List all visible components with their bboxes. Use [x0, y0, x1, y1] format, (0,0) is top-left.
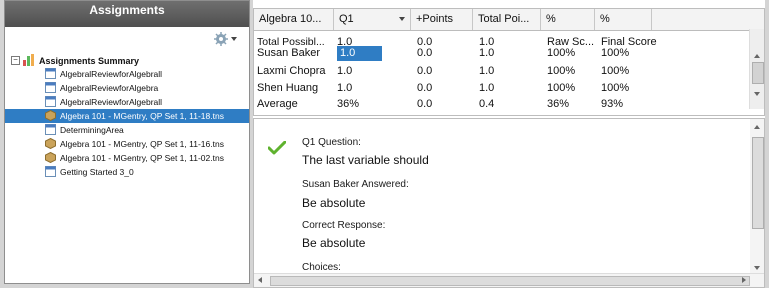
grid-cell: 0.0	[417, 47, 433, 59]
grid-vertical-scrollbar[interactable]	[749, 29, 764, 109]
tree-item[interactable]: Algebra 101 - MGentry, QP Set 1, 11-02.t…	[5, 151, 249, 165]
grid-cell: 93%	[601, 98, 624, 110]
tree-item-label: AlgebralReviewforAlgebrall	[60, 69, 163, 79]
tree-item-label: AlgebralReviewforAlgebra	[60, 83, 159, 93]
doc-icon	[45, 124, 56, 135]
grid-cell: 100%	[547, 82, 576, 94]
question-text: The last variable should	[302, 153, 429, 167]
table-row[interactable]: Shen Huang 1.0 0.0 1.0 100% 100%	[254, 81, 764, 96]
grid-cell: 1.0	[337, 65, 353, 77]
scroll-up-icon[interactable]	[754, 54, 760, 58]
tree-item-label: DeterminingArea	[60, 125, 124, 135]
tree-item[interactable]: AlgebralReviewforAlgebrall	[5, 67, 249, 81]
grid-cell: 0.4	[479, 98, 495, 110]
grid-cell: 100%	[547, 65, 576, 77]
grid-cell: Shen Huang	[257, 82, 319, 94]
grid-cell: 36%	[547, 98, 570, 110]
grid-cell: 100%	[547, 47, 576, 59]
tree-item[interactable]: AlgebralReviewforAlgebra	[5, 81, 249, 95]
grid-cell: Susan Baker	[257, 47, 320, 59]
grid-cell: 0.0	[417, 82, 433, 94]
collapse-icon[interactable]: −	[11, 56, 20, 65]
grid-cell: 1.0	[337, 82, 353, 94]
grid-cell: 1.0	[479, 82, 495, 94]
gear-icon	[214, 32, 237, 46]
scroll-up-icon[interactable]	[754, 125, 760, 129]
column-header-raw-score[interactable]: %	[541, 9, 595, 30]
scrollbar-thumb[interactable]	[752, 137, 764, 229]
scroll-right-icon[interactable]	[742, 277, 746, 283]
grid-cell: 1.0	[479, 47, 495, 59]
tns-file-icon	[45, 110, 56, 121]
grid-cell: 100%	[601, 47, 630, 59]
scroll-down-icon[interactable]	[754, 266, 760, 270]
tree-item[interactable]: Getting Started 3_0	[5, 165, 249, 179]
scroll-down-icon[interactable]	[754, 92, 760, 96]
tree-item-label: Algebra 101 - MGentry, QP Set 1, 11-16.t…	[60, 139, 224, 149]
column-header-final-score[interactable]: %	[595, 9, 652, 30]
grid-cell-selected[interactable]: 1.0	[337, 46, 382, 61]
scrollbar-thumb[interactable]	[752, 62, 764, 84]
question-detail-panel: Q1 Question: The last variable should Su…	[253, 118, 765, 288]
tree-item[interactable]: DeterminingArea	[5, 123, 249, 137]
tns-file-icon	[45, 138, 56, 149]
tree-item-label: AlgebralReviewforAlgebrall	[60, 97, 163, 107]
checkmark-icon	[268, 141, 286, 155]
tree-item-label: Algebra 101 - MGentry, QP Set 1, 11-02.t…	[60, 153, 224, 163]
assignments-panel: Assignments − Assignments Summary Algebr…	[4, 0, 250, 284]
column-header-q1-label: Q1	[339, 13, 354, 25]
correct-response-label: Correct Response:	[302, 220, 386, 231]
grid-cell: Average	[257, 98, 298, 110]
question-label: Q1 Question:	[302, 137, 361, 148]
chevron-down-icon[interactable]	[399, 17, 405, 21]
column-header-points[interactable]: +Points	[411, 9, 473, 30]
doc-icon	[45, 68, 56, 79]
grid-cell: 1.0	[479, 65, 495, 77]
grid-cell: 0.0	[417, 65, 433, 77]
table-row[interactable]: Susan Baker 1.0 0.0 1.0 100% 100%	[254, 46, 764, 61]
tree-item-label: Getting Started 3_0	[60, 167, 134, 177]
tree-item[interactable]: Algebra 101 - MGentry, QP Set 1, 11-16.t…	[5, 137, 249, 151]
results-grid: Algebra 10... Q1 +Points Total Poi... % …	[253, 8, 765, 116]
answer-label: Susan Baker Answered:	[302, 179, 409, 190]
tree-item-label: Algebra 101 - MGentry, QP Set 1, 11-18.t…	[60, 111, 224, 121]
grid-cell: 100%	[601, 82, 630, 94]
detail-vertical-scrollbar[interactable]	[750, 119, 764, 277]
tree-item[interactable]: AlgebralReviewforAlgebrall	[5, 95, 249, 109]
tree-item-selected[interactable]: Algebra 101 - MGentry, QP Set 1, 11-18.t…	[5, 109, 249, 123]
doc-icon	[45, 82, 56, 93]
tns-file-icon	[45, 152, 56, 163]
grid-cell: 36%	[337, 98, 360, 110]
grid-cell: 100%	[601, 65, 630, 77]
choices-label: Choices:	[302, 262, 341, 273]
detail-horizontal-scrollbar[interactable]	[254, 273, 764, 287]
assignments-toolbar	[5, 27, 249, 53]
doc-icon	[45, 166, 56, 177]
assignments-header: Assignments	[5, 1, 249, 27]
tree-root-label: Assignments Summary	[39, 56, 140, 66]
grid-cell: 0.0	[417, 98, 433, 110]
column-header-total-points[interactable]: Total Poi...	[473, 9, 541, 30]
table-row[interactable]: Laxmi Chopra 1.0 0.0 1.0 100% 100%	[254, 64, 764, 79]
scroll-left-icon[interactable]	[258, 277, 262, 283]
correct-response-text: Be absolute	[302, 236, 366, 250]
assignments-tree: − Assignments Summary AlgebralReviewforA…	[5, 53, 249, 179]
answer-text: Be absolute	[302, 196, 366, 210]
grid-cell: Laxmi Chopra	[257, 65, 326, 77]
results-panel: Algebra 10... Q1 +Points Total Poi... % …	[253, 0, 765, 288]
tree-root[interactable]: − Assignments Summary	[5, 53, 249, 67]
grid-header: Algebra 10... Q1 +Points Total Poi... % …	[254, 9, 764, 31]
gear-menu-button[interactable]	[211, 31, 239, 47]
column-header-assignment[interactable]: Algebra 10...	[254, 9, 334, 30]
doc-icon	[45, 96, 56, 107]
table-row[interactable]: Average 36% 0.0 0.4 36% 93%	[254, 97, 764, 112]
scrollbar-thumb[interactable]	[270, 276, 750, 286]
column-header-q1[interactable]: Q1	[334, 9, 411, 30]
